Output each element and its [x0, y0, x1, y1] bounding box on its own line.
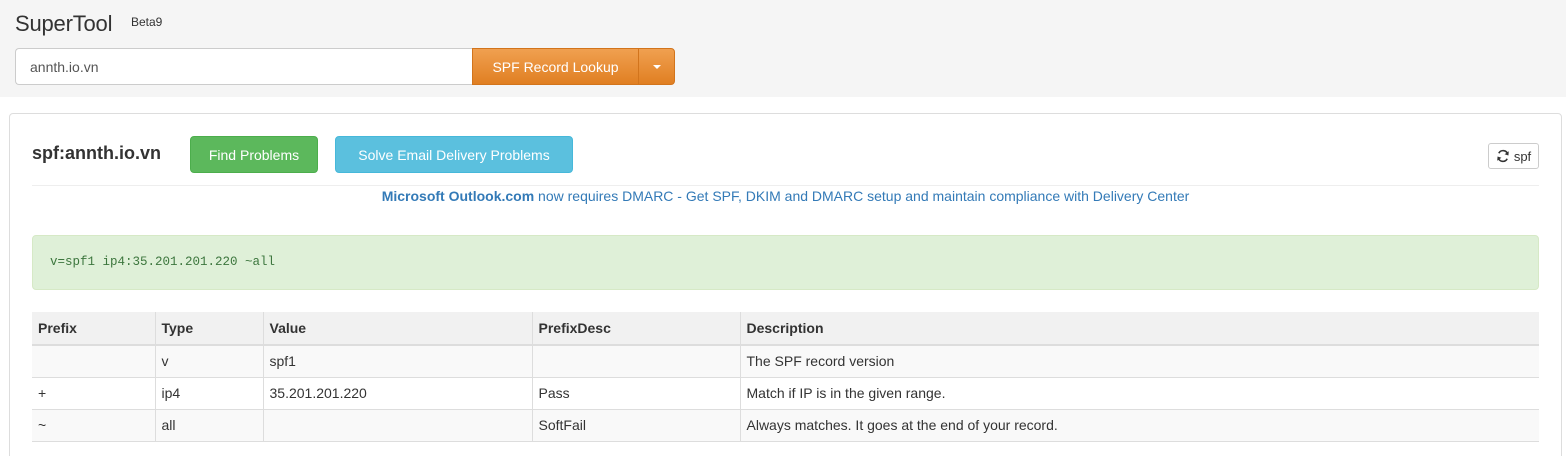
column-header: Description: [739, 312, 1539, 346]
table-cell: v: [154, 344, 263, 377]
header-bar: SuperTool Beta9 SPF Record Lookup: [0, 0, 1566, 97]
refresh-spf-button[interactable]: spf: [1488, 143, 1539, 169]
table-cell: ~: [32, 408, 155, 442]
table-cell: [32, 344, 155, 377]
dmarc-notice[interactable]: Microsoft Outlook.com now requires DMARC…: [32, 188, 1539, 204]
refresh-icon: [1496, 149, 1510, 163]
brand-logo[interactable]: SuperTool: [15, 11, 112, 37]
table-cell: 35.201.201.220: [262, 376, 532, 409]
column-header: Type: [154, 312, 263, 346]
column-header: Prefix: [32, 312, 155, 346]
spf-record-lookup-button[interactable]: SPF Record Lookup: [472, 48, 639, 85]
domain-search-input[interactable]: [15, 48, 473, 85]
table-cell: SoftFail: [531, 408, 740, 442]
table-cell: Always matches. It goes at the end of yo…: [739, 408, 1539, 442]
column-header: PrefixDesc: [531, 312, 740, 346]
table-row: v spf1 The SPF record version: [32, 344, 1539, 377]
table-cell: Pass: [531, 376, 740, 409]
table-row: ~ all SoftFail Always matches. It goes a…: [32, 408, 1539, 442]
table-cell: [531, 344, 740, 377]
table-cell: The SPF record version: [739, 344, 1539, 377]
find-problems-button[interactable]: Find Problems: [190, 136, 318, 173]
notice-link-bold[interactable]: Microsoft Outlook.com: [382, 188, 534, 204]
table-cell: all: [154, 408, 263, 442]
spf-breakdown-table: Prefix Type Value PrefixDesc Description…: [32, 312, 1539, 442]
table-cell: spf1: [262, 344, 532, 377]
table-cell: [262, 408, 532, 442]
table-cell: +: [32, 376, 155, 409]
refresh-label: spf: [1513, 148, 1532, 164]
lookup-dropdown-toggle[interactable]: [638, 48, 675, 85]
column-header: Value: [262, 312, 532, 346]
caret-down-icon: [652, 64, 661, 69]
table-header-row: Prefix Type Value PrefixDesc Description: [32, 312, 1539, 346]
notice-link-text[interactable]: now requires DMARC - Get SPF, DKIM and D…: [534, 188, 1189, 204]
divider: [32, 185, 1539, 186]
page-title: spf:annth.io.vn: [32, 143, 161, 163]
solve-email-delivery-button[interactable]: Solve Email Delivery Problems: [335, 136, 573, 173]
spf-record-box: v=spf1 ip4:35.201.201.220 ~all: [32, 235, 1539, 290]
version-badge: Beta9: [131, 15, 163, 29]
table-cell: ip4: [154, 376, 263, 409]
spf-record-text: v=spf1 ip4:35.201.201.220 ~all: [50, 255, 276, 269]
table-row: + ip4 35.201.201.220 Pass Match if IP is…: [32, 376, 1539, 409]
table-cell: Match if IP is in the given range.: [739, 376, 1539, 409]
